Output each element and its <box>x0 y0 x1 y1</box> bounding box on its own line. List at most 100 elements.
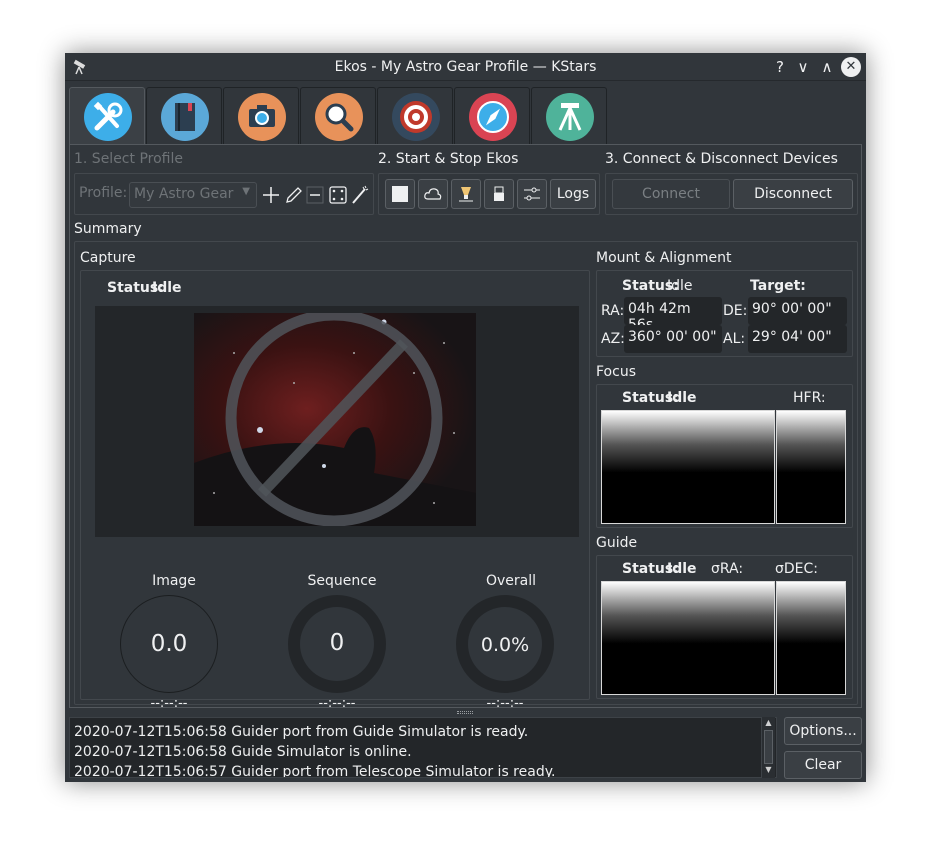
overall-dial-label: Overall <box>485 573 537 589</box>
focus-title: Focus <box>596 364 636 380</box>
log-line: 2020-07-12T15:06:58 Guide Simulator is o… <box>74 744 412 760</box>
log-view[interactable]: 2020-07-12T15:06:58 Guider port from Gui… <box>69 717 777 778</box>
focus-status-value: Idle <box>667 390 697 406</box>
chevron-down-icon: ▼ <box>242 186 250 197</box>
focus-star-image <box>601 410 775 524</box>
de-label: DE: <box>723 303 748 319</box>
az-value: 360° 00' 00" <box>624 325 722 353</box>
scroll-down-icon[interactable]: ▼ <box>763 765 774 776</box>
mount-group: Status: Idle Target: RA: 04h 42m 56s DE:… <box>596 270 853 357</box>
capture-title: Capture <box>80 250 136 266</box>
usb-icon <box>494 186 504 201</box>
hfr-label: HFR: <box>793 390 826 406</box>
de-value: 90° 00' 00" <box>748 297 847 325</box>
mount-status-value: Idle <box>667 278 693 294</box>
close-button[interactable]: ✕ <box>841 57 861 77</box>
tripod-icon <box>546 93 594 141</box>
image-dial-label: Image <box>152 573 196 589</box>
guide-drift-graph <box>776 581 846 695</box>
ekos-window: Ekos - My Astro Gear Profile — KStars ? … <box>65 53 866 782</box>
dice-icon[interactable] <box>328 184 348 206</box>
image-dial-value: 0.0 <box>150 631 188 657</box>
tab-align[interactable] <box>377 87 453 144</box>
stop-icon <box>392 186 408 202</box>
connect-group: Connect Disconnect <box>605 173 858 215</box>
ra-label: RA: <box>601 303 625 319</box>
capture-preview <box>95 306 579 537</box>
disconnect-button[interactable]: Disconnect <box>733 179 853 209</box>
tab-scheduler[interactable] <box>146 87 222 144</box>
image-time: --:--:-- <box>150 696 188 711</box>
control-panel-button[interactable] <box>451 179 481 209</box>
magnifier-icon <box>315 93 363 141</box>
cloud-icon <box>424 188 442 200</box>
add-icon[interactable] <box>261 184 281 206</box>
tab-setup[interactable] <box>69 87 145 145</box>
remove-icon[interactable] <box>305 184 325 206</box>
guide-star-image <box>601 581 775 695</box>
guide-title: Guide <box>596 535 638 551</box>
capture-status-value: Idle <box>152 280 182 296</box>
setup-panel: 1. Select Profile 2. Start & Stop Ekos 3… <box>69 144 862 711</box>
sigma-ra-label: σRA: <box>711 561 744 577</box>
capture-group: Status: Idle Image 0.0 --:--:-- Sequence… <box>80 270 590 711</box>
maximize-button[interactable]: ∧ <box>817 57 837 77</box>
compass-icon <box>469 93 517 141</box>
profile-group: Profile: My Astro Gear ▼ <box>74 173 374 215</box>
help-button[interactable]: ? <box>770 57 790 77</box>
options-sliders-button[interactable] <box>517 179 547 209</box>
sequence-time: --:--:-- <box>318 696 356 711</box>
summary-title: Summary <box>74 221 142 237</box>
tools-icon <box>84 93 132 141</box>
sequence-progress-dial: 0 <box>288 595 386 693</box>
log-line: 2020-07-12T15:06:58 Guider port from Gui… <box>74 724 529 740</box>
camera-icon <box>238 93 286 141</box>
al-value: 29° 04' 00" <box>748 325 847 353</box>
guide-group: Status: Idle σRA: σDEC: <box>596 555 853 699</box>
start-stop-group: Logs <box>378 173 600 215</box>
scroll-up-icon[interactable]: ▲ <box>763 718 774 729</box>
driver-button[interactable] <box>484 179 514 209</box>
image-progress-dial: 0.0 <box>120 595 218 693</box>
profile-combo-value: My Astro Gear <box>134 186 234 202</box>
log-scrollbar[interactable]: ▲ ▼ <box>761 717 775 778</box>
wizard-icon[interactable] <box>350 184 370 206</box>
overall-time: --:--:-- <box>486 696 524 711</box>
title-bar: Ekos - My Astro Gear Profile — KStars ? … <box>65 53 866 81</box>
sequence-dial-label: Sequence <box>307 573 377 589</box>
mount-title: Mount & Alignment <box>596 250 732 266</box>
target-label: Target: <box>750 278 806 294</box>
edit-icon[interactable] <box>283 184 303 206</box>
minimize-button[interactable]: ∨ <box>793 57 813 77</box>
profile-combo[interactable]: My Astro Gear ▼ <box>129 182 257 208</box>
connect-button[interactable]: Connect <box>612 179 730 209</box>
step-connect: 3. Connect & Disconnect Devices <box>605 151 838 167</box>
cloud-button[interactable] <box>418 179 448 209</box>
logs-button[interactable]: Logs <box>550 179 596 209</box>
scroll-thumb[interactable] <box>764 730 773 764</box>
tab-capture[interactable] <box>223 87 299 144</box>
al-label: AL: <box>723 331 746 347</box>
guide-status-value: Idle <box>667 561 697 577</box>
window-title: Ekos - My Astro Gear Profile — KStars <box>334 59 597 75</box>
sliders-icon <box>524 187 540 201</box>
step-select-profile: 1. Select Profile <box>74 151 183 167</box>
overall-progress-dial: 0.0% <box>456 595 554 693</box>
splitter-handle[interactable] <box>457 711 473 714</box>
tab-focus[interactable] <box>300 87 376 144</box>
tab-mount[interactable] <box>531 87 607 144</box>
focus-group: Status: Idle HFR: <box>596 384 853 528</box>
target-icon <box>392 93 440 141</box>
options-button[interactable]: Options... <box>784 717 862 745</box>
no-image-placeholder <box>194 313 476 526</box>
log-line: 2020-07-12T15:06:57 Guider port from Tel… <box>74 764 556 778</box>
overall-dial-value: 0.0% <box>480 634 530 656</box>
stop-ekos-button[interactable] <box>385 179 415 209</box>
clear-button[interactable]: Clear <box>784 751 862 779</box>
step-start-stop: 2. Start & Stop Ekos <box>378 151 519 167</box>
az-label: AZ: <box>601 331 625 347</box>
ra-value: 04h 42m 56s <box>624 297 722 333</box>
profile-label: Profile: <box>79 185 128 201</box>
tab-guide[interactable] <box>454 87 530 144</box>
sequence-dial-value: 0 <box>329 630 345 656</box>
